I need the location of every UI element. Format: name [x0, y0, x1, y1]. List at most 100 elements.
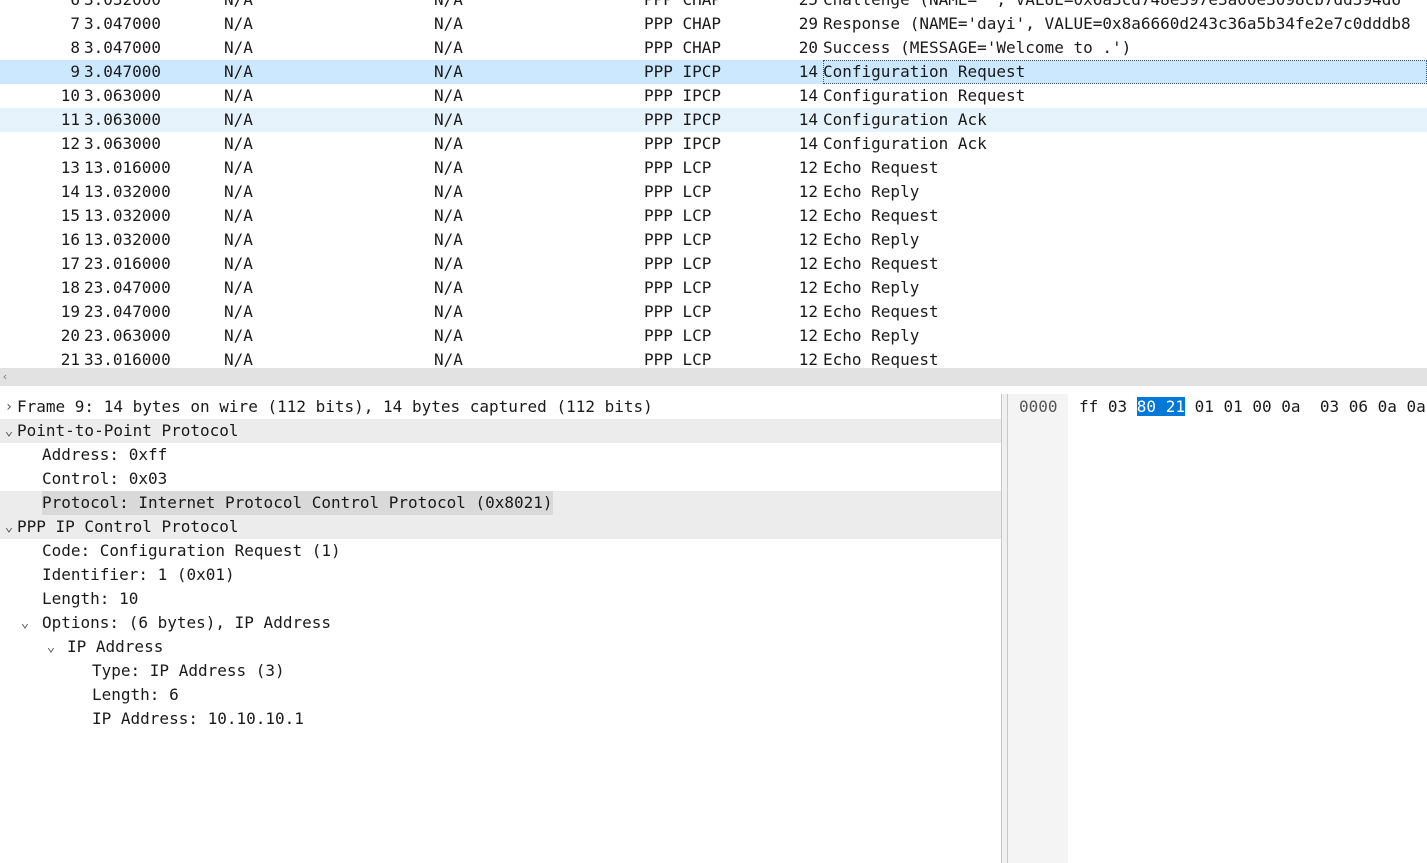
packet-time: 3.063000	[84, 134, 162, 153]
details-bytes-splitter[interactable]	[1001, 394, 1008, 863]
packet-no: 21	[60, 350, 80, 368]
pane-divider[interactable]	[0, 386, 1427, 394]
packet-time: 23.047000	[84, 302, 171, 321]
packet-row-selected[interactable]: 9 3.047000 N/A N/A PPP IPCP 14 Configuration R…	[0, 60, 1427, 84]
packet-info: Echo Reply	[823, 326, 920, 345]
packet-no: 17	[60, 254, 80, 273]
packet-destination: N/A	[434, 14, 463, 33]
packet-time: 13.032000	[84, 206, 171, 225]
packet-source: N/A	[224, 230, 253, 249]
packet-row[interactable]: 14 13.032000 N/A N/A PPP LCP 12 Echo Reply	[0, 180, 1427, 204]
packet-protocol: PPP LCP	[644, 158, 712, 177]
packet-length: 29	[798, 14, 818, 33]
packet-no: 6	[0, 0, 80, 12]
packet-no: 12	[60, 134, 80, 153]
expand-chevron-right-icon[interactable]: ›	[2, 395, 16, 419]
scroll-left-arrow-icon[interactable]: ‹	[0, 368, 10, 386]
packet-length: 14	[798, 134, 818, 153]
packet-protocol: PPP LCP	[644, 254, 712, 273]
wireshark-window: 6 3.032000 N/A N/A PPP CHAP 25 Challenge (NAME…	[0, 0, 1427, 863]
packet-length: 12	[798, 230, 818, 249]
packet-info: Echo Request	[823, 254, 939, 273]
packet-row[interactable]: 17 23.016000 N/A N/A PPP LCP 12 Echo Request	[0, 252, 1427, 276]
packet-source: N/A	[224, 38, 253, 57]
packet-row[interactable]: 11 3.063000 N/A N/A PPP IPCP 14 Configuration …	[0, 108, 1427, 132]
packet-source: N/A	[224, 182, 253, 201]
packet-info: Configuration Ack	[823, 134, 987, 153]
packet-destination: N/A	[434, 110, 463, 129]
tree-node-ipcp-label: PPP IP Control Protocol	[17, 517, 239, 536]
packet-time: 3.047000	[84, 62, 162, 81]
packet-row[interactable]: 12 3.063000 N/A N/A PPP IPCP 14 Configuration …	[0, 132, 1427, 156]
hex-after: 01 01 00 0a 03 06 0a 0a 0a 01	[1194, 397, 1426, 416]
packet-time: 23.016000	[84, 254, 171, 273]
tree-node-ppp-label: Point-to-Point Protocol	[17, 421, 239, 440]
packet-row[interactable]: 18 23.047000 N/A N/A PPP LCP 12 Echo Reply	[0, 276, 1427, 300]
packet-destination: N/A	[434, 86, 463, 105]
packet-source: N/A	[224, 350, 253, 368]
tree-node-option-length-label: Length: 6	[92, 685, 179, 704]
tree-node-ipcp[interactable]: ⌄ PPP IP Control Protocol	[0, 515, 1001, 539]
packet-protocol: PPP LCP	[644, 206, 712, 225]
packet-row[interactable]: 10 3.063000 N/A N/A PPP IPCP 14 Configuration …	[0, 84, 1427, 108]
bytes-offset: 0000	[1019, 397, 1058, 416]
collapse-chevron-down-icon[interactable]: ⌄	[2, 515, 16, 539]
tree-node-ppp[interactable]: ⌄ Point-to-Point Protocol	[0, 419, 1001, 443]
packet-details-tree: › Frame 9: 14 bytes on wire (112 bits), …	[0, 394, 1001, 863]
packet-length: 12	[798, 326, 818, 345]
packet-source: N/A	[224, 206, 253, 225]
packet-row[interactable]: 21 33.016000 N/A N/A PPP LCP 12 Echo Request	[0, 348, 1427, 368]
packet-protocol: PPP IPCP	[644, 62, 722, 81]
packet-row[interactable]: 19 23.047000 N/A N/A PPP LCP 12 Echo Request	[0, 300, 1427, 324]
packet-row[interactable]: 20 23.063000 N/A N/A PPP LCP 12 Echo Reply	[0, 324, 1427, 348]
packet-bytes-pane: 0000 ff 03 80 21 01 01 00 0a 03 06 0a 0a…	[1008, 394, 1427, 863]
tree-node-identifier-label: Identifier: 1 (0x01)	[42, 565, 235, 584]
packet-protocol: PPP IPCP	[644, 86, 722, 105]
packet-no: 18	[60, 278, 80, 297]
collapse-chevron-down-icon[interactable]: ⌄	[44, 635, 58, 659]
packet-protocol: PPP CHAP	[644, 0, 721, 12]
packet-length: 12	[798, 254, 818, 273]
packet-destination: N/A	[434, 230, 463, 249]
packet-time: 3.063000	[84, 86, 162, 105]
packet-source: N/A	[224, 158, 253, 177]
packet-length: 12	[798, 182, 818, 201]
packet-row[interactable]: 16 13.032000 N/A N/A PPP LCP 12 Echo Reply	[0, 228, 1427, 252]
packet-protocol: PPP LCP	[644, 182, 712, 201]
packet-time: 23.047000	[84, 278, 171, 297]
packet-no: 19	[60, 302, 80, 321]
packet-no: 16	[60, 230, 80, 249]
packet-time: 13.016000	[84, 158, 171, 177]
packet-protocol: PPP LCP	[644, 350, 712, 368]
tree-node-ppp-protocol-selected[interactable]: Protocol: Internet Protocol Control Prot…	[0, 491, 1001, 515]
packet-row[interactable]: 13 13.016000 N/A N/A PPP LCP 12 Echo Request	[0, 156, 1427, 180]
packet-info: Configuration Request	[823, 60, 1427, 84]
packet-length: 12	[798, 158, 818, 177]
bytes-hex-line[interactable]: ff 03 80 21 01 01 00 0a 03 06 0a 0a 0a 0…	[1079, 395, 1427, 419]
packet-source: N/A	[224, 0, 253, 12]
packet-destination: N/A	[434, 326, 463, 345]
packet-list-hscrollbar[interactable]: ‹	[0, 368, 1427, 387]
packet-info: Echo Request	[823, 158, 939, 177]
collapse-chevron-down-icon[interactable]: ⌄	[18, 611, 32, 635]
packet-protocol: PPP IPCP	[644, 134, 722, 153]
packet-row[interactable]: 6 3.032000 N/A N/A PPP CHAP 25 Challenge (NAME…	[0, 0, 1427, 12]
packet-row[interactable]: 8 3.047000 N/A N/A PPP CHAP 20 Success (MESSAG…	[0, 36, 1427, 60]
tree-node-options-label: Options: (6 bytes), IP Address	[42, 613, 331, 632]
packet-row[interactable]: 7 3.047000 N/A N/A PPP CHAP 29 Response (NAME=…	[0, 12, 1427, 36]
packet-destination: N/A	[434, 278, 463, 297]
packet-no: 8	[70, 38, 80, 57]
packet-time: 3.063000	[84, 110, 162, 129]
packet-time: 33.016000	[84, 350, 171, 368]
packet-protocol: PPP LCP	[644, 230, 712, 249]
packet-info: Configuration Request	[823, 86, 1026, 105]
packet-row[interactable]: 15 13.032000 N/A N/A PPP LCP 12 Echo Request	[0, 204, 1427, 228]
collapse-chevron-down-icon[interactable]: ⌄	[2, 419, 16, 443]
packet-length: 12	[798, 206, 818, 225]
hex-selected: 80 21	[1136, 397, 1185, 416]
tree-node-option-ip-value-label: IP Address: 10.10.10.1	[92, 709, 304, 728]
packet-protocol: PPP LCP	[644, 302, 712, 321]
packet-list: 6 3.032000 N/A N/A PPP CHAP 25 Challenge (NAME…	[0, 0, 1427, 368]
packet-source: N/A	[224, 302, 253, 321]
packet-source: N/A	[224, 14, 253, 33]
